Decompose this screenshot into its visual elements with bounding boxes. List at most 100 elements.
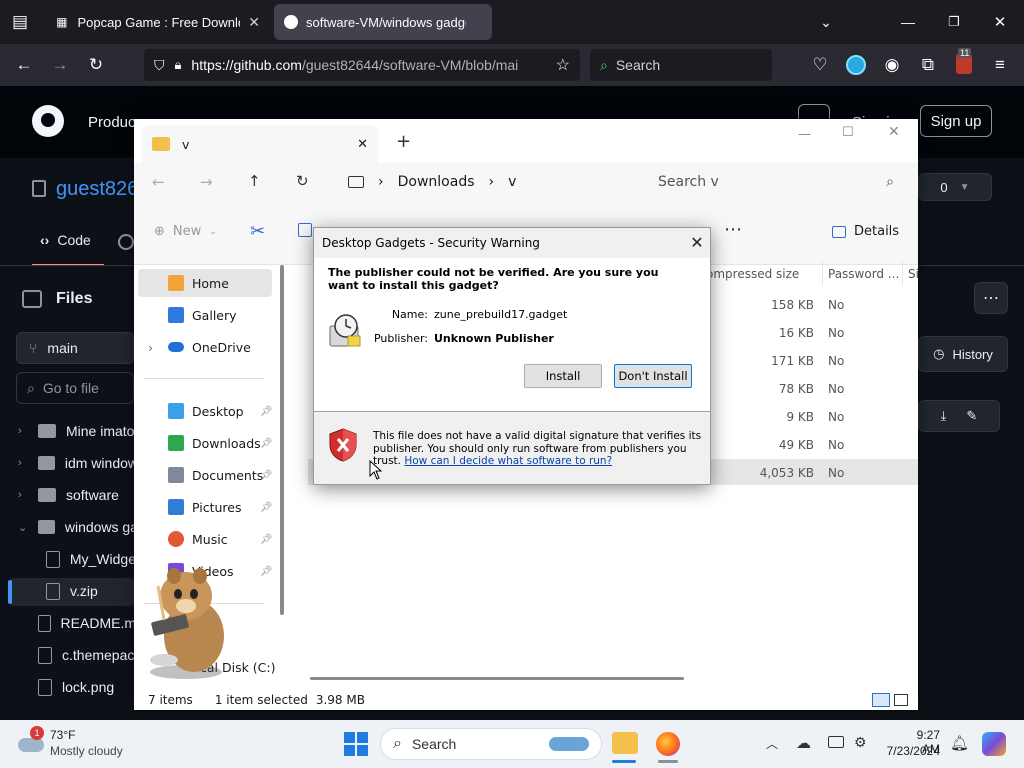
nav-item-music[interactable]: Music (168, 525, 228, 553)
install-button[interactable]: Install (524, 364, 602, 388)
tree-item-file[interactable]: lock.png (38, 672, 136, 702)
start-windows-icon[interactable] (344, 732, 368, 756)
explorer-tab[interactable]: v ✕ (142, 125, 378, 163)
tree-item-folder[interactable]: › idm window (18, 448, 138, 478)
browser-tab-popcap[interactable]: ▦ Popcap Game : Free Download ✕ (44, 4, 270, 40)
nav-item-home[interactable]: Home (168, 269, 229, 297)
more-options-button[interactable]: ⋯ (974, 282, 1008, 314)
nav-scrollbar[interactable] (280, 265, 284, 615)
list-all-tabs-icon[interactable]: ⌄ (812, 8, 840, 36)
repo-owner-link[interactable]: guest826 (56, 178, 138, 201)
dialog-close-icon[interactable]: ✕ (686, 232, 708, 254)
shield-icon[interactable]: ⛉ (154, 57, 165, 74)
new-tab-icon[interactable]: + (396, 131, 411, 152)
close-tab-icon[interactable]: ✕ (248, 14, 260, 31)
clock-date[interactable]: 7/23/2024 (886, 744, 940, 758)
explorer-search-input[interactable]: Search v ⌕ (646, 167, 910, 197)
refresh-icon[interactable]: ↻ (296, 172, 309, 190)
chevron-up-icon[interactable]: ︿ (766, 735, 778, 752)
extensions-puzzle-icon[interactable]: ⧉ (914, 51, 942, 79)
display-icon[interactable] (828, 736, 844, 748)
star-button[interactable]: 0 ▼ (918, 173, 992, 201)
nav-item-onedrive[interactable]: › OneDrive (148, 333, 251, 361)
address-bar[interactable]: › Downloads › v (336, 167, 634, 197)
column-size[interactable]: Si (908, 267, 919, 281)
firefox-taskbar-icon[interactable] (656, 732, 680, 756)
forward-icon[interactable]: → (200, 173, 213, 191)
ublock-extension-icon[interactable]: 11 (956, 48, 972, 74)
restore-icon[interactable]: ❐ (940, 8, 968, 36)
nav-item-gallery[interactable]: Gallery (168, 301, 237, 329)
sidebar-toggle-icon[interactable] (22, 290, 42, 308)
tree-item-label: My_Widge (69, 551, 136, 567)
more-options-icon[interactable]: ⋯ (724, 219, 742, 240)
taskbar-search-box[interactable]: ⌕ Search (380, 728, 602, 760)
up-icon[interactable]: ↑ (248, 172, 261, 190)
horizontal-scrollbar[interactable] (310, 677, 684, 680)
details-pane-button[interactable]: Details (832, 224, 899, 239)
nav-item-desktop[interactable]: Desktop (168, 397, 244, 425)
sign-up-button[interactable]: Sign up (920, 105, 992, 137)
reload-icon[interactable]: ↻ (82, 51, 110, 79)
back-icon[interactable]: ← (10, 51, 38, 79)
url-bar[interactable]: ⛉ 🔒︎ https://github.com/guest82644/softw… (144, 49, 580, 81)
tab-manager-icon[interactable]: ▤ (6, 8, 34, 36)
cloud-sync-icon[interactable]: ☁ (796, 734, 811, 752)
menu-hamburger-icon[interactable]: ≡ (986, 51, 1014, 79)
file-explorer-taskbar-icon[interactable] (612, 732, 638, 754)
cut-icon[interactable]: ✂ (250, 221, 265, 242)
go-to-file-input[interactable]: ⌕ Go to file (16, 372, 134, 404)
browser-search-field[interactable]: ⌕ Search (590, 49, 772, 81)
tiles-view-icon[interactable] (894, 694, 908, 706)
nav-item-downloads[interactable]: Downloads (168, 429, 261, 457)
github-logo-icon[interactable] (32, 105, 64, 137)
breadcrumb-downloads[interactable]: Downloads (398, 174, 475, 190)
extension-globe-icon[interactable] (846, 55, 866, 75)
edit-pencil-icon[interactable]: ✎ (966, 408, 977, 424)
tree-item-file[interactable]: c.themepac (38, 640, 136, 670)
close-window-icon[interactable]: ✕ (986, 8, 1014, 36)
history-button[interactable]: ◷ History (918, 336, 1008, 372)
close-tab-icon[interactable]: ✕ (357, 137, 368, 152)
close-window-icon[interactable]: ✕ (888, 124, 900, 140)
running-app-indicator (658, 760, 678, 763)
copy-icon[interactable] (298, 223, 312, 237)
tree-item-file-selected[interactable]: v.zip (46, 576, 136, 606)
dont-install-button[interactable]: Don't Install (614, 364, 692, 388)
help-link[interactable]: How can I decide what software to run? (404, 455, 612, 467)
minimize-icon[interactable]: — (798, 127, 811, 142)
details-view-icon[interactable] (872, 693, 890, 707)
tree-item-file[interactable]: README.m (38, 608, 136, 638)
new-button[interactable]: ⊕ New ⌄ (154, 224, 217, 239)
nav-products[interactable]: Produc (88, 114, 136, 131)
tree-item-file[interactable]: My_Widge (46, 544, 136, 574)
forward-icon[interactable]: → (46, 51, 74, 79)
tree-item-folder[interactable]: › software (18, 480, 138, 510)
tree-item-folder[interactable]: › Mine imato (18, 416, 138, 446)
minimize-icon[interactable]: — (894, 8, 922, 36)
settings-icon[interactable]: ⚙ (854, 734, 867, 751)
account-icon[interactable]: ◉ (878, 51, 906, 79)
nav-item-label: Documents (192, 467, 264, 483)
row-password: No (828, 326, 845, 340)
file-actions-group[interactable]: ⤓ ✎ (918, 400, 1000, 432)
breadcrumb-v[interactable]: v (508, 174, 516, 190)
column-compressed-size[interactable]: ompressed size (706, 267, 799, 281)
nav-item-pictures[interactable]: Pictures (168, 493, 242, 521)
lock-icon[interactable]: 🔒︎ (175, 57, 182, 73)
maximize-icon[interactable]: ☐ (842, 125, 854, 140)
copilot-icon[interactable] (982, 732, 1006, 756)
bookmark-star-icon[interactable]: ☆ (556, 55, 570, 75)
name-label: Name: (391, 308, 428, 321)
pocket-icon[interactable]: ♡ (806, 51, 834, 79)
nav-item-documents[interactable]: Documents (168, 461, 263, 489)
notification-bell-icon[interactable]: 🔔︎ (950, 734, 969, 752)
column-password[interactable]: Password ... (828, 267, 899, 281)
tab-code[interactable]: ‹› Code (40, 232, 91, 248)
browser-tab-github[interactable]: software-VM/windows gadget (274, 4, 492, 40)
issues-icon[interactable] (118, 234, 134, 250)
back-icon[interactable]: ← (152, 173, 165, 191)
download-icon[interactable]: ⤓ (941, 408, 947, 424)
branch-selector[interactable]: ⑂ main (16, 332, 134, 364)
tree-item-folder[interactable]: ⌄ windows ga (18, 512, 138, 542)
